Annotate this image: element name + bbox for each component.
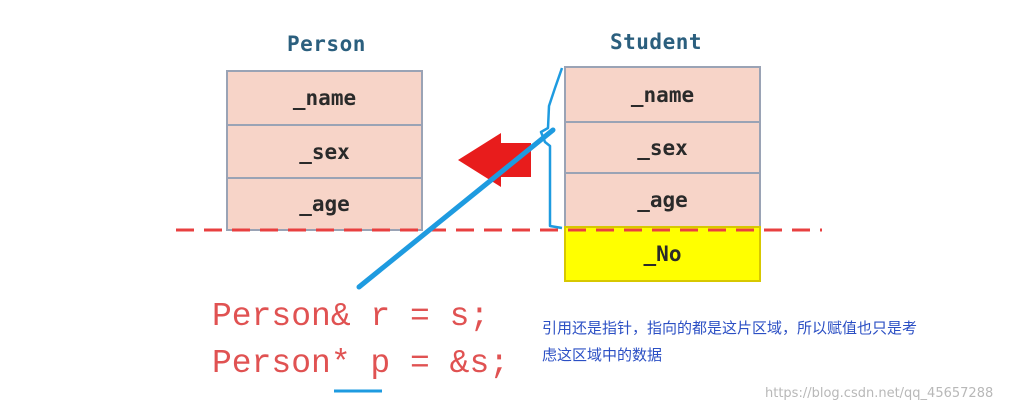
code-line-pointer: Person* p = &s; [212, 345, 510, 382]
student-bracket-line [539, 67, 564, 230]
explanation-note-line-2: 虑这区域中的数据 [542, 346, 663, 364]
code-line-reference: Person& r = s; [212, 298, 490, 335]
watermark-text: https://blog.csdn.net/qq_45657288 [765, 386, 994, 401]
explanation-note: 引用还是指针，指向的都是这片区域，所以赋值也只是考 虑这区域中的数据 [542, 315, 1002, 369]
explanation-note-line-1: 引用还是指针，指向的都是这片区域，所以赋值也只是考 [542, 319, 918, 337]
pointer-diagonal-line [356, 127, 556, 290]
